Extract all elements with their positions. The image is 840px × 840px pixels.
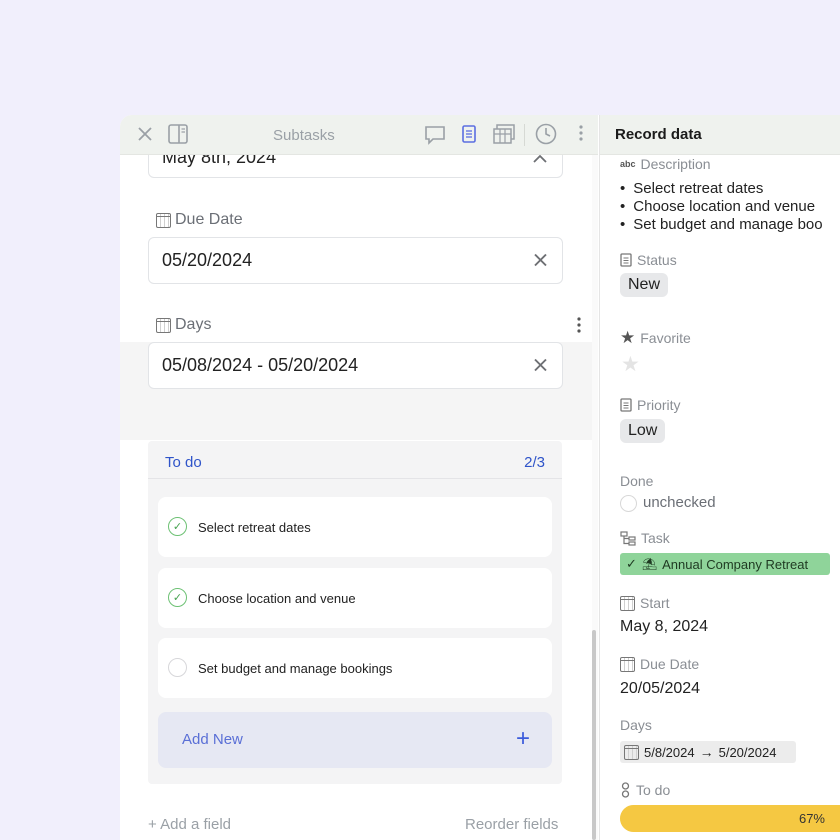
- record-data-pane: Record data abc Description Select retre…: [599, 115, 840, 840]
- days-range-chip: 5/8/2024 → 5/20/2024: [620, 741, 796, 763]
- due-date-field[interactable]: 05/20/2024: [148, 237, 563, 284]
- calendar-icon: [156, 212, 171, 228]
- toolbar-divider: [524, 124, 525, 146]
- days-label: Days: [620, 717, 652, 733]
- todo-title: To do: [165, 454, 202, 471]
- checked-circle-icon[interactable]: ✓: [168, 588, 187, 607]
- done-value: unchecked: [643, 494, 716, 511]
- task-chip-label: Annual Company Retreat: [662, 556, 809, 572]
- table-view-icon[interactable]: [492, 123, 516, 145]
- days-value: 05/08/2024 - 05/20/2024: [162, 355, 359, 375]
- todo-item[interactable]: ✓ Choose location and venue: [158, 568, 552, 628]
- star-icon: ★: [620, 328, 636, 347]
- favorite-star-icon[interactable]: ★: [621, 352, 640, 377]
- description-label: abc Description: [620, 156, 711, 172]
- todo-label: To do: [620, 782, 670, 798]
- fields-scroll-area[interactable]: May 8th, 2024 Due Date 05/20/2024 Days 0…: [120, 137, 592, 840]
- calendar-icon: [620, 656, 635, 672]
- close-icon[interactable]: [136, 125, 154, 143]
- status-label: Status: [620, 252, 677, 268]
- todo-header: To do 2/3: [148, 441, 562, 479]
- todo-progress-text: 67%: [798, 811, 825, 826]
- days-to: 5/20/2024: [718, 744, 777, 760]
- add-new-label: Add New: [182, 731, 243, 748]
- record-data-header: Record data: [600, 115, 840, 155]
- select-field-icon: [620, 398, 632, 412]
- favorite-label: ★ Favorite: [620, 328, 691, 347]
- description-list: Select retreat dates Choose location and…: [620, 180, 823, 234]
- text-type-icon: abc: [620, 159, 636, 169]
- unchecked-circle-icon[interactable]: [168, 658, 187, 677]
- description-item: Choose location and venue: [620, 198, 823, 216]
- calendar-icon: [156, 317, 171, 333]
- reorder-fields-link[interactable]: Reorder fields: [465, 816, 558, 833]
- start-value: May 8, 2024: [620, 618, 709, 635]
- todo-count: 2/3: [524, 454, 545, 471]
- due-date-label: Due Date: [620, 656, 699, 672]
- plus-icon: +: [148, 816, 161, 833]
- todo-item-label: Set budget and manage bookings: [198, 660, 393, 676]
- plus-icon: +: [515, 725, 530, 752]
- todo-item[interactable]: ✓ Select retreat dates: [158, 497, 552, 557]
- select-field-icon: [620, 253, 632, 267]
- hierarchy-icon: [620, 530, 636, 546]
- description-item: Set budget and manage boo: [620, 216, 822, 234]
- clear-icon[interactable]: [534, 250, 547, 271]
- checked-circle-icon[interactable]: ✓: [168, 517, 187, 536]
- form-view-icon[interactable]: [460, 123, 478, 145]
- more-options-icon[interactable]: [575, 123, 587, 143]
- due-date-label: Due Date: [156, 211, 243, 229]
- priority-label: Priority: [620, 397, 681, 413]
- done-checkbox[interactable]: [620, 495, 637, 512]
- start-label: Start: [620, 595, 670, 611]
- days-label: Days: [156, 316, 211, 334]
- scrollbar[interactable]: [592, 630, 596, 840]
- status-badge: New: [620, 273, 669, 297]
- subtasks-pane: Subtasks May 8th, 2024 Due Date 05/20/20…: [120, 115, 598, 840]
- todo-item[interactable]: Set budget and manage bookings: [158, 638, 552, 698]
- calendar-icon: [624, 744, 639, 760]
- field-menu-icon[interactable]: [577, 317, 581, 338]
- due-date-value: 05/20/2024: [162, 250, 253, 270]
- add-field-link[interactable]: + Add a field: [148, 816, 231, 833]
- history-icon[interactable]: [534, 122, 558, 146]
- checklist-icon: [621, 782, 630, 798]
- beach-umbrella-icon: ⛱: [641, 557, 658, 571]
- record-data-title: Record data: [615, 126, 702, 143]
- days-from: 5/8/2024: [644, 744, 695, 760]
- todo-item-label: Choose location and venue: [198, 590, 356, 606]
- todo-progress-bar: 67%: [620, 805, 840, 832]
- days-field[interactable]: 05/08/2024 - 05/20/2024: [148, 342, 563, 389]
- arrow-right-icon: →: [699, 744, 714, 760]
- clear-icon[interactable]: [534, 355, 547, 376]
- task-link-chip[interactable]: ✓ ⛱ Annual Company Retreat: [620, 553, 830, 575]
- toolbar-title: Subtasks: [273, 127, 335, 144]
- sidebar-toggle-icon[interactable]: [167, 123, 189, 145]
- task-label: Task: [620, 530, 670, 546]
- due-date-value: 20/05/2024: [620, 680, 701, 697]
- todo-card: To do 2/3 ✓ Select retreat dates ✓ Choos…: [148, 441, 562, 784]
- done-label: Done: [620, 473, 654, 489]
- comment-icon[interactable]: [423, 124, 447, 146]
- calendar-icon: [620, 595, 635, 611]
- add-new-button[interactable]: Add New +: [158, 712, 552, 768]
- app-window: Subtasks May 8th, 2024 Due Date 05/20/20…: [120, 115, 840, 840]
- subtasks-toolbar: Subtasks: [120, 115, 598, 155]
- description-item: Select retreat dates: [620, 180, 823, 198]
- check-icon: ✓: [626, 556, 637, 571]
- priority-badge: Low: [620, 419, 666, 443]
- todo-item-label: Select retreat dates: [198, 519, 311, 535]
